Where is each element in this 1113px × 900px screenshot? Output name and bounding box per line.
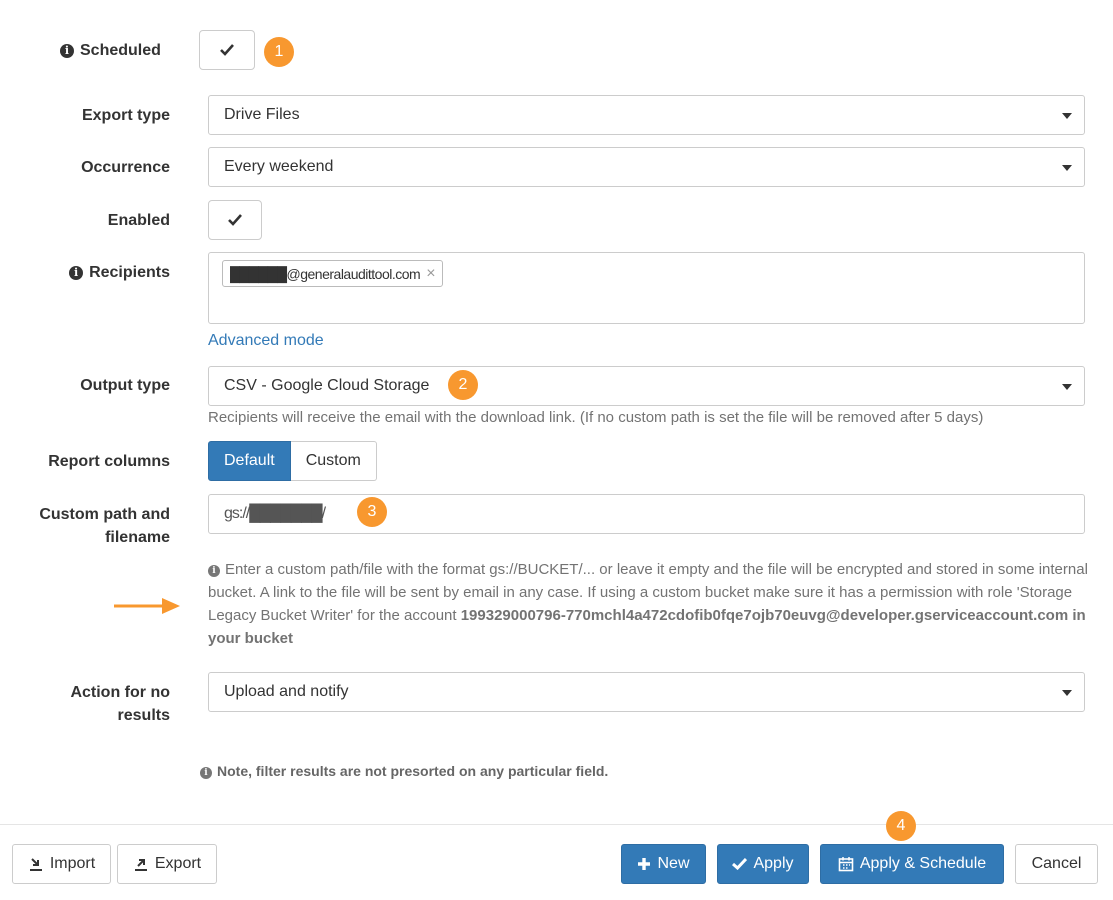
caret-down-icon — [1062, 113, 1072, 119]
report-columns-custom-button[interactable]: Custom — [290, 441, 377, 481]
checkmark-icon — [732, 858, 748, 870]
apply-schedule-button[interactable]: Apply & Schedule — [820, 844, 1004, 884]
step-badge-4: 4 — [886, 811, 916, 841]
footer-divider — [0, 824, 1113, 825]
caret-down-icon — [1062, 690, 1072, 696]
recipients-label: i Recipients — [69, 261, 170, 284]
export-type-select[interactable]: Drive Files — [208, 95, 1085, 135]
occurrence-label: Occurrence — [81, 159, 170, 176]
plus-icon — [638, 858, 651, 870]
info-icon: i — [200, 767, 212, 779]
new-button[interactable]: New — [621, 844, 706, 884]
step-badge-3: 3 — [357, 497, 387, 527]
report-columns-default-button[interactable]: Default — [208, 441, 291, 481]
info-icon: i — [69, 266, 84, 280]
report-columns-toggle: Default Custom — [208, 441, 377, 481]
output-type-label: Output type — [80, 377, 170, 394]
output-type-select[interactable]: CSV - Google Cloud Storage — [208, 366, 1085, 406]
caret-down-icon — [1062, 165, 1072, 171]
advanced-mode-link[interactable]: Advanced mode — [208, 332, 324, 350]
step-badge-1: 1 — [264, 37, 294, 67]
remove-tag-icon[interactable]: × — [426, 265, 435, 283]
info-icon: i — [208, 565, 220, 577]
export-type-label: Export type — [81, 107, 170, 124]
filter-note: i Note, filter results are not presorted … — [200, 763, 608, 779]
report-columns-label: Report columns — [48, 453, 170, 470]
custom-path-input[interactable]: gs://███████/ — [208, 494, 1085, 534]
step-badge-2: 2 — [448, 370, 478, 400]
info-icon: i — [60, 44, 74, 58]
import-button[interactable]: Import — [12, 844, 111, 884]
checkmark-icon — [220, 44, 234, 56]
scheduled-checkbox[interactable] — [199, 30, 255, 70]
recipient-tag-text: ██████@generalaudittool.com — [230, 265, 421, 282]
no-results-action-select[interactable]: Upload and notify — [208, 672, 1085, 712]
no-results-label: Action for no results — [70, 684, 170, 724]
export-icon — [134, 859, 147, 871]
output-type-help: Recipients will receive the email with t… — [208, 409, 984, 426]
occurrence-select[interactable]: Every weekend — [208, 147, 1085, 187]
enabled-checkbox[interactable] — [208, 200, 262, 240]
custom-path-help: i Enter a custom path/file with the forma… — [208, 561, 1088, 647]
caret-down-icon — [1062, 384, 1072, 390]
recipient-tag: ██████@generalaudittool.com × — [222, 260, 443, 287]
calendar-icon — [838, 857, 854, 872]
enabled-label: Enabled — [107, 212, 170, 229]
export-button[interactable]: Export — [117, 844, 217, 884]
arrow-right-icon — [114, 598, 180, 614]
recipients-input[interactable]: ██████@generalaudittool.com × — [208, 252, 1085, 324]
cancel-button[interactable]: Cancel — [1015, 844, 1098, 884]
custom-path-label: Custom path and filename — [39, 506, 170, 546]
checkmark-icon — [228, 214, 242, 226]
scheduled-label: i Scheduled — [60, 39, 161, 62]
import-icon — [29, 858, 42, 871]
apply-button[interactable]: Apply — [717, 844, 809, 884]
